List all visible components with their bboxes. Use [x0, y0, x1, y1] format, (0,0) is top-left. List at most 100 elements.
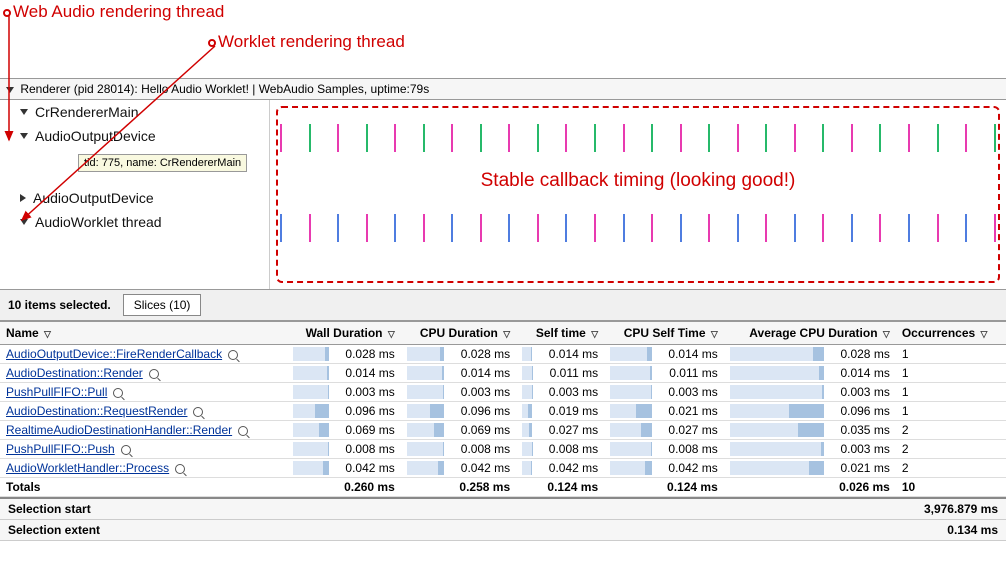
slice-name-link[interactable]: RealtimeAudioDestinationHandler::Render: [6, 423, 232, 437]
search-icon[interactable]: [113, 388, 123, 398]
track-row[interactable]: AudioOutputDevice: [0, 186, 269, 210]
renderer-header[interactable]: Renderer (pid 28014): Hello Audio Workle…: [0, 78, 1006, 100]
occurrences: 2: [896, 459, 1006, 478]
timeline-tick: [994, 124, 996, 152]
slice-name-link[interactable]: AudioDestination::Render: [6, 366, 143, 380]
sort-icon: ▽: [44, 329, 51, 340]
timeline-tick: [879, 214, 881, 242]
sort-icon: ▽: [711, 329, 718, 340]
search-icon[interactable]: [149, 369, 159, 379]
timeline-tick: [651, 124, 653, 152]
slices-chip[interactable]: Slices (10): [123, 294, 202, 316]
timeline-tick: [737, 214, 739, 242]
timeline-tick: [309, 214, 311, 242]
timeline-tick: [394, 214, 396, 242]
timeline-tick: [337, 124, 339, 152]
occurrences: 1: [896, 402, 1006, 421]
chevron-down-icon[interactable]: [20, 133, 28, 139]
items-selected-label: 10 items selected.: [8, 298, 111, 312]
column-header[interactable]: Occurrences ▽: [896, 322, 1006, 345]
timeline-tick: [594, 214, 596, 242]
timeline-panel[interactable]: Stable callback timing (looking good!): [270, 100, 1006, 289]
timeline-tick: [765, 214, 767, 242]
timeline-tick: [794, 214, 796, 242]
timeline-tick: [794, 124, 796, 152]
occurrences: 1: [896, 364, 1006, 383]
selection-start-label: Selection start: [8, 502, 91, 516]
timeline-tick: [480, 214, 482, 242]
selection-extent-value: 0.134 ms: [947, 523, 998, 537]
timeline-tick: [337, 214, 339, 242]
timeline-tick: [508, 214, 510, 242]
search-icon[interactable]: [238, 426, 248, 436]
chevron-down-icon[interactable]: [20, 219, 28, 225]
occurrences: 1: [896, 383, 1006, 402]
timeline-tick: [565, 124, 567, 152]
selection-extent-label: Selection extent: [8, 523, 100, 537]
chevron-down-icon[interactable]: [20, 109, 28, 115]
timeline-tick: [822, 124, 824, 152]
timeline-tick: [423, 214, 425, 242]
selection-start-value: 3,976.879 ms: [924, 502, 998, 516]
timeline-tick: [623, 124, 625, 152]
slice-name-link[interactable]: AudioWorkletHandler::Process: [6, 461, 169, 475]
column-header[interactable]: CPU Duration ▽: [401, 322, 516, 345]
track-row[interactable]: AudioWorklet thread: [0, 210, 269, 234]
column-header[interactable]: Average CPU Duration ▽: [724, 322, 896, 345]
timeline-tick: [394, 124, 396, 152]
slice-name-link[interactable]: PushPullFIFO::Pull: [6, 385, 107, 399]
chevron-right-icon[interactable]: [20, 194, 26, 202]
timeline-tick: [366, 124, 368, 152]
table-row[interactable]: AudioDestination::RequestRender0.096 ms0…: [0, 402, 1006, 421]
timeline-tick: [280, 124, 282, 152]
slice-name-link[interactable]: AudioDestination::RequestRender: [6, 404, 187, 418]
sort-icon: ▽: [388, 329, 395, 340]
timeline-tick: [451, 214, 453, 242]
column-header[interactable]: Name ▽: [0, 322, 287, 345]
timeline-tick: [680, 124, 682, 152]
search-icon[interactable]: [193, 407, 203, 417]
sort-icon: ▽: [883, 329, 890, 340]
occurrences: 2: [896, 440, 1006, 459]
column-header[interactable]: CPU Self Time ▽: [604, 322, 724, 345]
table-row[interactable]: AudioDestination::Render0.014 ms0.014 ms…: [0, 364, 1006, 383]
table-row[interactable]: PushPullFIFO::Push0.008 ms0.008 ms0.008 …: [0, 440, 1006, 459]
slice-name-link[interactable]: PushPullFIFO::Push: [6, 442, 115, 456]
track-label: CrRendererMain: [35, 104, 138, 120]
table-row[interactable]: PushPullFIFO::Pull0.003 ms0.003 ms0.003 …: [0, 383, 1006, 402]
table-row[interactable]: AudioOutputDevice::FireRenderCallback0.0…: [0, 345, 1006, 364]
profiling-table: Name ▽Wall Duration ▽CPU Duration ▽Self …: [0, 321, 1006, 497]
search-icon[interactable]: [175, 464, 185, 474]
track-list: CrRendererMain AudioOutputDevice AudioOutp…: [0, 100, 270, 289]
track-label: AudioWorklet thread: [35, 214, 162, 230]
search-icon[interactable]: [121, 445, 131, 455]
totals-row: Totals0.260 ms0.258 ms0.124 ms0.124 ms0.…: [0, 478, 1006, 497]
callout-label: Stable callback timing (looking good!): [481, 170, 796, 192]
slice-name-link[interactable]: AudioOutputDevice::FireRenderCallback: [6, 347, 222, 361]
track-row[interactable]: CrRendererMain: [0, 100, 269, 124]
selection-footer: Selection start 3,976.879 ms Selection e…: [0, 497, 1006, 541]
timeline-audio-worklet: [280, 210, 996, 242]
timeline-tick: [480, 124, 482, 152]
track-row[interactable]: AudioOutputDevice: [0, 124, 269, 148]
table-row[interactable]: RealtimeAudioDestinationHandler::Render0…: [0, 421, 1006, 440]
header-title: Renderer (pid 28014): Hello Audio Workle…: [20, 82, 429, 96]
timeline-tick: [280, 214, 282, 242]
column-header[interactable]: Self time ▽: [516, 322, 604, 345]
timeline-tick: [965, 214, 967, 242]
column-header[interactable]: Wall Duration ▽: [287, 322, 401, 345]
search-icon[interactable]: [228, 350, 238, 360]
timeline-audio-output: [280, 120, 996, 152]
timeline-tick: [851, 124, 853, 152]
timeline-tick: [737, 124, 739, 152]
timeline-tick: [765, 124, 767, 152]
timeline-tick: [994, 214, 996, 242]
chevron-down-icon: [6, 87, 14, 93]
timeline-tick: [965, 124, 967, 152]
timeline-tick: [708, 124, 710, 152]
occurrences: 1: [896, 345, 1006, 364]
timeline-tick: [908, 214, 910, 242]
timeline-tick: [565, 214, 567, 242]
sort-icon: ▽: [981, 329, 988, 340]
table-row[interactable]: AudioWorkletHandler::Process0.042 ms0.04…: [0, 459, 1006, 478]
